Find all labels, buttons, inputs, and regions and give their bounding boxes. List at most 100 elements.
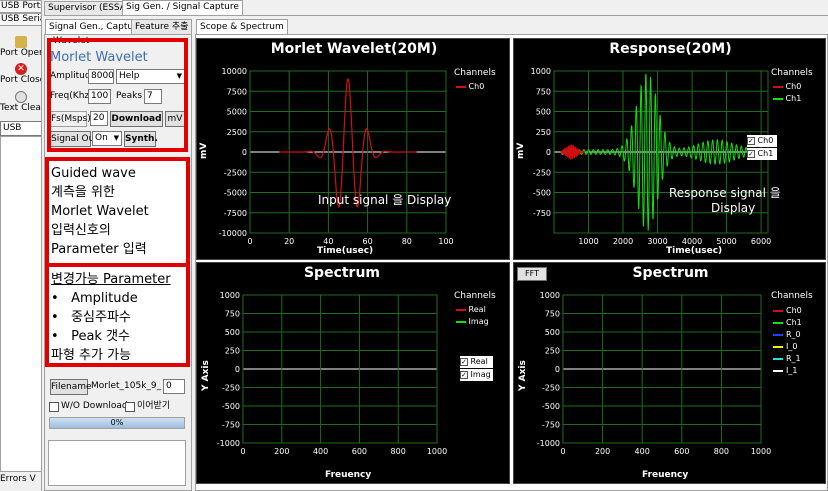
output-box[interactable] bbox=[48, 440, 186, 486]
annotation-2-item-1: • Amplitude bbox=[51, 291, 138, 306]
morlet-plot[interactable]: 10000 7500 5000 2500 0 -2500 -5000 -7500 -10000 0… bbox=[196, 38, 510, 260]
filename-count[interactable]: 0 bbox=[163, 379, 185, 394]
filename-button[interactable]: Filename bbox=[50, 379, 92, 395]
spectrum-2-xlabel: Freuency bbox=[642, 470, 689, 480]
y-tick-label: 0 bbox=[242, 148, 247, 157]
x-tick-label: 400 bbox=[313, 447, 328, 456]
y-tick-label: -250 bbox=[542, 384, 560, 393]
morlet-legend-title: Channels bbox=[454, 68, 496, 78]
left-strip: USB Ports USB Serial Port Open ✕ Port Cl… bbox=[0, 0, 42, 491]
port-open-icon bbox=[15, 36, 27, 48]
legend-label: Ch1 bbox=[786, 318, 802, 327]
annotation-2-item-3: • Peak 갯수 bbox=[51, 329, 130, 344]
x-tick-label: 4000 bbox=[682, 237, 702, 246]
spectrum-2-legend-item: R_0 bbox=[773, 329, 802, 341]
legend-label: R_1 bbox=[786, 354, 801, 363]
x-tick-label: 6000 bbox=[751, 237, 771, 246]
response-ylabel: mV bbox=[516, 142, 526, 159]
legend-swatch bbox=[773, 345, 783, 348]
legend-label: R_0 bbox=[786, 330, 801, 339]
tab-supervisor[interactable]: Supervisor (ESSA) bbox=[44, 1, 134, 15]
x-tick-label: 0 bbox=[240, 447, 245, 456]
y-tick-label: -1000 bbox=[217, 439, 240, 448]
y-tick-label: 2500 bbox=[227, 128, 247, 137]
morlet-overlay-text: Input signal 을 Display bbox=[318, 193, 452, 207]
usb-serial-tab[interactable]: USB Serial bbox=[0, 13, 41, 26]
y-tick-label: 250 bbox=[536, 128, 551, 137]
log-area[interactable] bbox=[0, 136, 41, 472]
x-tick-label: 60 bbox=[363, 237, 373, 246]
usb-ports-tab[interactable]: USB Ports bbox=[0, 0, 41, 13]
progress-text: 0% bbox=[110, 418, 124, 427]
y-tick-label: -250 bbox=[222, 384, 240, 393]
spectrum-1-check-imag[interactable]: ✓ Imag bbox=[460, 369, 493, 381]
filename-value: Morlet_105k_9_ bbox=[91, 381, 162, 391]
spectrum-2-title: Spectrum bbox=[632, 265, 709, 281]
x-tick-label: 400 bbox=[635, 447, 650, 456]
spectrum-1-legend-title: Channels bbox=[454, 291, 496, 301]
spectrum-2-ylabel: Y Axis bbox=[518, 360, 528, 391]
x-tick-label: 40 bbox=[323, 237, 333, 246]
y-tick-label: 0 bbox=[555, 365, 560, 374]
append-label: 이어받기 bbox=[137, 401, 171, 411]
y-tick-label: -500 bbox=[542, 402, 560, 411]
usb-field[interactable]: USB bbox=[0, 121, 41, 136]
legend-swatch bbox=[773, 309, 783, 312]
legend-swatch bbox=[773, 321, 783, 324]
wo-download-label: W/O Download bbox=[61, 401, 128, 411]
spectrum-1-ylabel: Y Axis bbox=[201, 360, 211, 391]
ch0-series-line bbox=[560, 144, 586, 160]
response-check-ch1[interactable]: ✓ Ch1 bbox=[747, 148, 777, 160]
y-tick-label: -500 bbox=[533, 189, 551, 198]
x-tick-label: 20 bbox=[284, 237, 294, 246]
annotation-2-item-1-text: Amplitude bbox=[71, 291, 138, 306]
legend-swatch bbox=[773, 357, 783, 360]
y-tick-label: -10000 bbox=[219, 229, 247, 238]
response-xlabel: Time(usec) bbox=[666, 246, 723, 256]
spectrum-1-check-real[interactable]: ✓ Real bbox=[460, 356, 493, 368]
response-check-ch0[interactable]: ✓ Ch0 bbox=[747, 135, 777, 147]
y-tick-label: 7500 bbox=[227, 87, 247, 96]
spectrum-plot-2[interactable]: 1000 750 500 250 0 -250 -500 -750 -1000 0 200 400 60… bbox=[513, 262, 826, 484]
y-tick-label: 750 bbox=[536, 87, 551, 96]
x-tick-label: 600 bbox=[352, 447, 367, 456]
x-tick-label: 0 bbox=[560, 447, 565, 456]
text-clear-label: Text Clear bbox=[0, 103, 42, 113]
y-tick-label: -500 bbox=[222, 402, 240, 411]
response-plot[interactable]: 1000 750 500 250 0 -250 -500 -750 1000 2000 3000 40… bbox=[513, 38, 826, 260]
tab-feature[interactable]: Feature 추출 bbox=[131, 19, 193, 34]
y-tick-label: 250 bbox=[545, 347, 560, 356]
annotation-2-title: 변경가능 Parameter bbox=[51, 272, 171, 287]
x-tick-label: 5000 bbox=[716, 237, 736, 246]
y-tick-label: 500 bbox=[545, 328, 560, 337]
tab-scope-spectrum[interactable]: Scope & Spectrum bbox=[196, 19, 288, 34]
x-tick-label: 1000 bbox=[427, 447, 447, 456]
append-checkbox[interactable] bbox=[125, 402, 135, 412]
spectrum-plot-1[interactable]: 1000 750 500 250 0 -250 -500 -750 -1000 0 200 400 60… bbox=[196, 262, 510, 484]
y-tick-label: 500 bbox=[225, 328, 240, 337]
spectrum-2-legend-item: I_0 bbox=[773, 341, 802, 353]
annotation-line-1: Guided wave bbox=[51, 166, 136, 181]
spectrum-1-xlabel: Freuency bbox=[325, 470, 372, 480]
y-tick-label: 750 bbox=[545, 310, 560, 319]
legend-label: I_0 bbox=[786, 342, 798, 351]
y-tick-label: 500 bbox=[536, 108, 551, 117]
port-close-button[interactable]: ✕ Port Close bbox=[0, 63, 41, 85]
y-tick-label: 1000 bbox=[540, 291, 560, 300]
response-legend-ch0: Ch0 bbox=[773, 82, 801, 91]
y-tick-label: 0 bbox=[546, 148, 551, 157]
annotation-2-item-2: • 중심주파수 bbox=[51, 310, 131, 325]
morlet-xlabel: Time(usec) bbox=[317, 246, 374, 256]
text-clear-button[interactable]: Text Clear bbox=[0, 91, 42, 113]
annotation-2-item-2-text: 중심주파수 bbox=[71, 310, 131, 325]
fft-button[interactable]: FFT bbox=[517, 267, 547, 281]
ch0-series-line bbox=[279, 77, 417, 208]
y-tick-label: -750 bbox=[533, 209, 551, 218]
wo-download-checkbox[interactable] bbox=[49, 402, 59, 412]
y-tick-label: 750 bbox=[225, 310, 240, 319]
x-tick-label: 1000 bbox=[578, 237, 598, 246]
spectrum-2-legend-item: I_1 bbox=[773, 365, 802, 377]
port-open-button[interactable]: Port Open bbox=[0, 36, 41, 58]
morlet-ylabel: mV bbox=[199, 142, 209, 159]
tab-sig-gen[interactable]: Sig Gen. / Signal Capture bbox=[122, 0, 243, 15]
